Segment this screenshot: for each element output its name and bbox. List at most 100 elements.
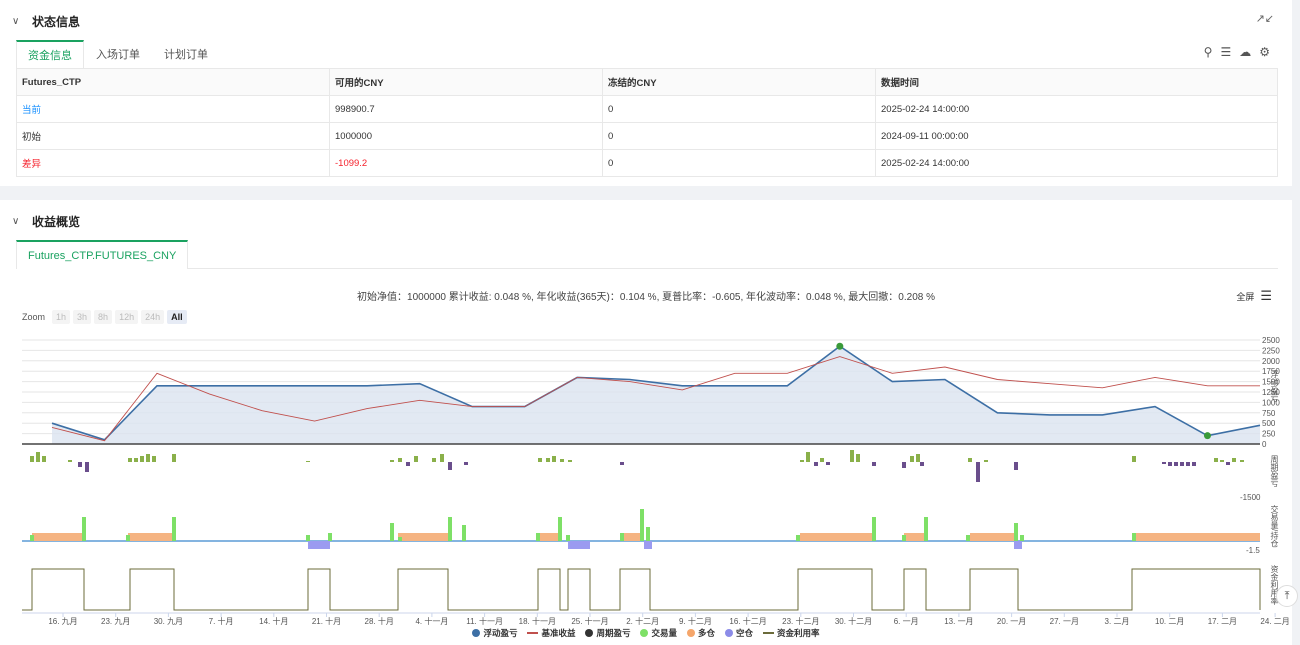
legend-item-pnl[interactable]: 浮动盈亏 [472,627,517,639]
row-label: 初始 [16,122,330,150]
legend-label: 资金利用率 [777,628,820,638]
short-position-block [308,541,330,549]
period-bar [1232,458,1236,462]
volume-bar [1014,523,1018,541]
search-icon[interactable]: ⚲ [1204,45,1213,59]
volume-bar [82,517,86,541]
volume-bar [306,535,310,541]
cloud-download-icon[interactable]: ☁ [1239,45,1251,59]
pnl-chart[interactable]: 25002250200017501500125010007505002500-1… [0,330,1292,625]
back-to-top-icon[interactable]: ⤒ [1276,585,1298,607]
x-tick-label: 13. 一月 [944,617,973,625]
expand-icon[interactable]: ↗↙ [1256,12,1274,25]
period-bar [826,462,830,465]
long-position-block [128,533,174,541]
legend-item-volume[interactable]: 交易量 [640,627,677,639]
y-tick-label: -1500 [1240,493,1261,502]
x-tick-label: 21. 十月 [312,616,341,625]
period-bar [1168,462,1172,466]
zoom-bar: Zoom 1h 3h 8h 12h 24h All [22,310,187,324]
tab-entry-orders[interactable]: 入场订单 [84,40,152,69]
menu-icon[interactable]: ☰ [1260,288,1272,304]
zoom-24h[interactable]: 24h [141,310,165,324]
period-bar [78,462,82,467]
table-cell: 2025-02-24 14:00:00 [875,95,1278,123]
period-bar [398,458,402,462]
period-bar [42,456,46,462]
y-tick-label: -1.5 [1246,546,1260,555]
table-cell: 2025-02-24 14:00:00 [875,149,1278,177]
status-title: 状态信息 [32,14,81,29]
x-tick-label: 10. 二月 [1155,617,1184,625]
x-tick-label: 24. 二月 [1260,617,1289,625]
tab-planned-orders[interactable]: 计划订单 [152,40,220,69]
legend-item-long[interactable]: 多仓 [687,627,715,639]
overview-section-header[interactable]: ∨ 收益概览 [12,211,80,231]
legend-item-util[interactable]: 资金利用率 [763,627,820,639]
legend-item-benchmark[interactable]: 基准收益 [527,627,575,639]
period-bar [820,458,824,462]
zoom-all[interactable]: All [167,310,187,324]
period-bar [464,462,468,465]
x-tick-label: 14. 十月 [259,616,288,625]
legend-marker [527,632,539,634]
legend-item-short[interactable]: 空仓 [725,627,753,639]
chart-legend: 浮动盈亏 基准收益 周期盈亏 交易量 多仓 空仓 资金利用率 [0,627,1292,639]
row-label: 当前 [16,95,330,123]
axis-label-pnl: 浮动盈亏 [1270,370,1279,402]
min-marker [1203,432,1211,440]
y-tick-label: 2500 [1262,336,1280,345]
table-cell: 998900.7 [329,95,603,123]
long-position-block [970,533,1016,541]
zoom-3h[interactable]: 3h [73,310,92,324]
period-bar [620,462,624,465]
period-bar [920,462,924,466]
tab-fund-info[interactable]: 资金信息 [16,40,84,69]
status-section-header[interactable]: ∨ 状态信息 [12,11,80,31]
chevron-down-icon[interactable]: ∨ [12,216,26,227]
column-header: 可用的CNY [329,68,603,96]
legend-label: 基准收益 [541,628,576,638]
period-bar [568,460,572,462]
period-bar [1180,462,1184,466]
volume-bar [620,533,624,541]
volume-bar [902,535,906,541]
fullscreen-control[interactable]: 全屏 ☰ [1236,288,1272,304]
legend-label: 浮动盈亏 [483,628,518,638]
volume-bar [872,517,876,541]
zoom-8h[interactable]: 8h [94,310,113,324]
period-bar [1214,458,1218,462]
zoom-1h[interactable]: 1h [52,310,71,324]
period-bar [152,456,156,462]
gear-icon[interactable]: ⚙ [1259,45,1270,59]
list-icon[interactable]: ☰ [1220,45,1231,59]
column-header: 数据时间 [875,68,1278,96]
legend-marker [763,632,775,634]
table-row: 初始 1000000 0 2024-09-11 00:00:00 [16,122,1278,150]
volume-bar [646,527,650,541]
y-tick-label: 750 [1262,409,1276,418]
chevron-down-icon[interactable]: ∨ [12,16,26,27]
column-header: Futures_CTP [16,68,330,96]
table-cell: 1000000 [329,122,603,150]
period-bar [68,460,72,462]
period-bar [552,456,556,462]
x-tick-label: 25. 十一月 [571,616,608,625]
chart-summary: 初始净值：1000000 累计收益: 0.048 %, 年化收益(365天)：0… [357,292,935,303]
x-tick-label: 18. 十一月 [519,616,556,625]
volume-bar [558,517,562,541]
column-header: 冻结的CNY [602,68,876,96]
zoom-12h[interactable]: 12h [115,310,139,324]
long-position-block [32,533,84,541]
volume-bar [796,535,800,541]
period-bar [800,460,804,462]
legend-label: 周期盈亏 [596,628,631,638]
x-tick-label: 20. 一月 [997,617,1026,625]
legend-label: 交易量 [651,628,677,638]
period-bar [976,462,980,482]
period-bar [140,456,144,462]
period-bar [30,456,34,462]
tab-futures-cny[interactable]: Futures_CTP.FUTURES_CNY [16,240,189,269]
x-tick-label: 23. 十二月 [782,616,819,625]
legend-item-period[interactable]: 周期盈亏 [585,627,630,639]
